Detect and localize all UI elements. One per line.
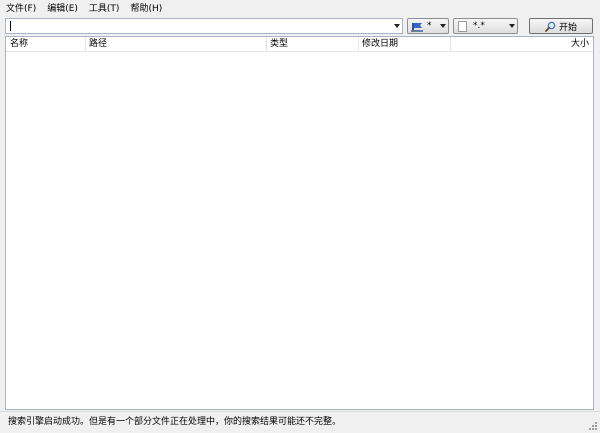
menu-tools[interactable]: 工具(T): [83, 0, 125, 17]
search-input[interactable]: [8, 19, 388, 33]
start-button-label: 开始: [558, 22, 577, 33]
file-icon: [458, 21, 467, 32]
menu-file[interactable]: 文件(F): [0, 0, 41, 17]
menu-help[interactable]: 帮助(H): [124, 0, 167, 17]
drive-filter-value: *: [427, 21, 432, 31]
chevron-down-icon: [440, 24, 446, 28]
status-text: 搜索引擎启动成功。但是有一个部分文件正在处理中，你的搜索结果可能还不完整。: [8, 417, 342, 427]
menu-edit[interactable]: 编辑(E): [41, 0, 83, 17]
resize-grip-icon[interactable]: [588, 421, 598, 431]
status-bar: 搜索引擎启动成功。但是有一个部分文件正在处理中，你的搜索结果可能还不完整。: [0, 411, 600, 433]
start-search-button[interactable]: 开始: [529, 18, 593, 34]
extension-filter-select[interactable]: *.*: [453, 18, 518, 34]
results-list[interactable]: 名称 路径 类型 修改日期 大小: [5, 36, 594, 410]
column-header-modified[interactable]: 修改日期: [358, 37, 450, 51]
list-header: 名称 路径 类型 修改日期 大小: [6, 37, 593, 52]
search-combo[interactable]: [5, 18, 403, 34]
column-header-name[interactable]: 名称: [6, 37, 85, 51]
chevron-down-icon: [509, 24, 515, 28]
column-header-size[interactable]: 大小: [450, 37, 593, 51]
search-history-dropdown-icon[interactable]: [394, 24, 400, 28]
menu-bar: 文件(F) 编辑(E) 工具(T) 帮助(H): [0, 0, 600, 17]
drive-filter-select[interactable]: *: [407, 18, 449, 34]
text-caret: [10, 21, 11, 31]
toolbar: * *.* 开始: [0, 17, 600, 36]
search-icon: [545, 21, 556, 32]
results-list-body[interactable]: [6, 52, 593, 409]
column-header-path[interactable]: 路径: [85, 37, 266, 51]
drive-icon: [411, 23, 423, 32]
extension-filter-value: *.*: [473, 21, 485, 31]
column-header-type[interactable]: 类型: [266, 37, 358, 51]
